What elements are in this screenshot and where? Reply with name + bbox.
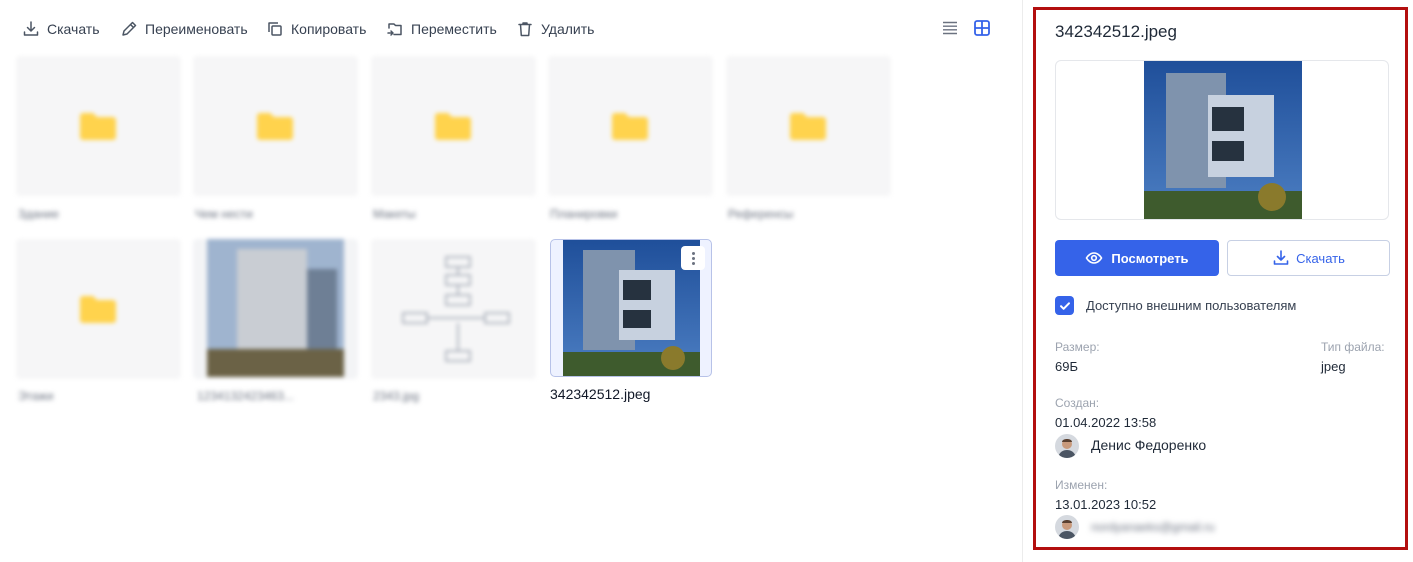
- pencil-icon: [122, 21, 137, 36]
- folder-icon: [80, 113, 116, 140]
- image-tile[interactable]: [371, 239, 536, 379]
- file-type-label: Тип файла:: [1321, 340, 1385, 354]
- building-thumbnail: [207, 239, 344, 377]
- copy-icon: [268, 22, 282, 36]
- trash-icon: [518, 22, 532, 37]
- external-access-label: Доступно внешним пользователям: [1086, 298, 1297, 313]
- avatar: [1055, 515, 1079, 539]
- external-access-row: Доступно внешним пользователям: [1055, 296, 1296, 315]
- tile-name: Этажи: [18, 389, 54, 403]
- diagram-thumbnail: [402, 256, 510, 362]
- selected-file-name: 342342512.jpeg: [550, 386, 651, 402]
- folder-icon: [790, 113, 826, 140]
- folder-tile[interactable]: [193, 56, 358, 196]
- grid-view-icon[interactable]: [973, 19, 991, 37]
- folder-icon: [435, 113, 471, 140]
- tile-name: Референсы: [728, 207, 794, 221]
- image-tile[interactable]: [193, 239, 358, 379]
- delete-label: Удалить: [541, 21, 595, 37]
- list-view-icon[interactable]: [941, 19, 959, 37]
- file-title: 342342512.jpeg: [1055, 22, 1177, 41]
- folder-icon: [612, 113, 648, 140]
- download-label: Скачать: [47, 21, 100, 37]
- download-button-label: Скачать: [1296, 250, 1345, 266]
- view-button[interactable]: Посмотреть: [1055, 240, 1219, 276]
- created-by-user: Денис Федоренко: [1091, 437, 1207, 453]
- file-preview: [1055, 60, 1389, 220]
- copy-button[interactable]: Копировать: [266, 18, 366, 40]
- folder-tile[interactable]: [726, 56, 891, 196]
- tile-name: 1234132423463...: [197, 389, 294, 403]
- copy-label: Копировать: [291, 21, 367, 37]
- panel-divider: [1022, 0, 1023, 562]
- rename-button[interactable]: Переименовать: [120, 18, 248, 40]
- checkmark-icon: [1059, 301, 1070, 310]
- download-button[interactable]: Скачать: [22, 18, 100, 40]
- size-label: Размер:: [1055, 340, 1100, 354]
- selected-file-tile[interactable]: [550, 239, 712, 377]
- view-button-label: Посмотреть: [1111, 250, 1189, 266]
- move-icon: [387, 23, 402, 36]
- download-icon: [23, 21, 39, 36]
- folder-tile[interactable]: [16, 239, 181, 379]
- modified-label: Изменен:: [1055, 478, 1108, 492]
- size-value: 69Б: [1055, 359, 1078, 374]
- tile-name: Чем нести: [195, 207, 253, 221]
- external-access-checkbox[interactable]: [1055, 296, 1074, 315]
- avatar: [1055, 434, 1079, 458]
- tile-name: Макеты: [373, 207, 416, 221]
- rename-label: Переименовать: [145, 21, 248, 37]
- tile-name: 2343.jpg: [373, 389, 420, 403]
- toolbar: Скачать Переименовать Копировать Перемес…: [0, 0, 1010, 58]
- file-type-value: jpeg: [1321, 359, 1346, 374]
- modified-value: 13.01.2023 10:52: [1055, 497, 1157, 512]
- delete-button[interactable]: Удалить: [516, 18, 594, 40]
- file-manager: Скачать Переименовать Копировать Перемес…: [0, 0, 1413, 562]
- tile-name: Здание: [18, 207, 59, 221]
- move-label: Переместить: [411, 21, 497, 37]
- folder-icon: [80, 296, 116, 323]
- file-details-panel: 342342512.jpeg Посмотреть Скачать Доступ…: [1033, 7, 1408, 550]
- move-button[interactable]: Переместить: [386, 18, 497, 40]
- download-icon: [1273, 250, 1289, 265]
- tile-name: Планировки: [550, 207, 618, 221]
- building-preview-image: [1144, 61, 1302, 219]
- folder-tile[interactable]: [16, 56, 181, 196]
- modified-by-user: nordyanaeks@gmail.ru: [1091, 520, 1215, 534]
- created-label: Создан:: [1055, 396, 1100, 410]
- more-options-button[interactable]: [681, 246, 705, 270]
- eye-icon: [1086, 252, 1103, 264]
- folder-tile[interactable]: [548, 56, 713, 196]
- building-thumbnail: [563, 240, 700, 376]
- created-value: 01.04.2022 13:58: [1055, 415, 1157, 430]
- panel-download-button[interactable]: Скачать: [1227, 240, 1390, 276]
- folder-icon: [257, 113, 293, 140]
- folder-tile[interactable]: [371, 56, 536, 196]
